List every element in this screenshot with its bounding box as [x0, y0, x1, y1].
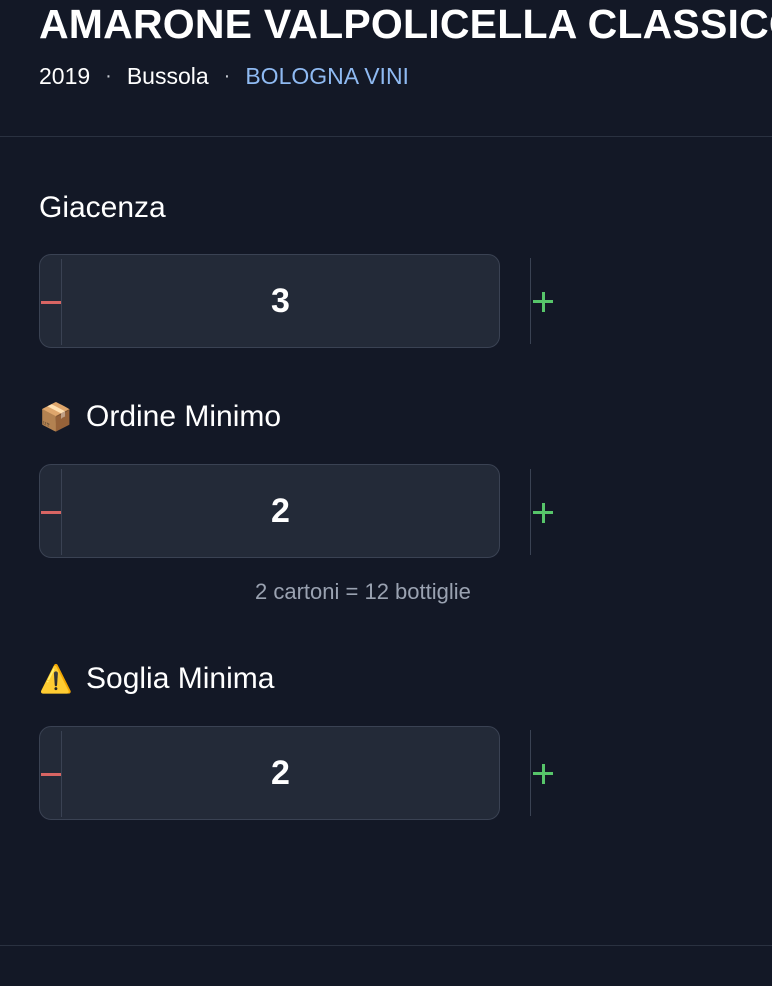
- vintage-year: 2019: [39, 63, 91, 89]
- meta-separator: ·: [223, 65, 231, 87]
- min-threshold-label-text: Soglia Minima: [86, 662, 275, 695]
- wine-title: AMARONE VALPOLICELLA CLASSICO: [39, 1, 772, 47]
- wine-header: AMARONE VALPOLICELLA CLASSICO 2019 · Bus…: [0, 0, 772, 137]
- min-order-label-text: Ordine Minimo: [86, 400, 282, 433]
- warning-icon: ⚠️: [39, 664, 73, 694]
- min-order-value[interactable]: 2: [62, 465, 499, 557]
- min-threshold-increment-button[interactable]: [530, 730, 560, 816]
- wine-meta: 2019 · Bussola · BOLOGNA VINI: [39, 62, 409, 90]
- min-order-stepper[interactable]: 2: [39, 464, 500, 558]
- footer-divider: [0, 945, 772, 946]
- min-threshold-label: ⚠️ Soglia Minima: [39, 661, 274, 697]
- stock-decrement-button[interactable]: [40, 259, 62, 345]
- stock-label: Giacenza: [39, 190, 166, 226]
- min-threshold-stepper[interactable]: 2: [39, 726, 500, 820]
- min-order-increment-button[interactable]: [530, 469, 560, 555]
- package-icon: 📦: [39, 402, 73, 432]
- supplier-link[interactable]: BOLOGNA VINI: [245, 62, 409, 90]
- min-order-label: 📦 Ordine Minimo: [39, 399, 281, 435]
- producer-name: Bussola: [126, 63, 209, 89]
- stock-stepper[interactable]: 3: [39, 254, 500, 348]
- min-order-decrement-button[interactable]: [40, 469, 62, 555]
- meta-separator: ·: [105, 65, 112, 87]
- min-threshold-decrement-button[interactable]: [40, 731, 62, 817]
- min-threshold-value[interactable]: 2: [62, 727, 499, 819]
- min-order-helper: 2 cartoni = 12 bottiglie: [255, 579, 471, 604]
- stock-increment-button[interactable]: [530, 258, 560, 344]
- stock-value[interactable]: 3: [62, 255, 499, 347]
- stock-label-text: Giacenza: [39, 191, 166, 224]
